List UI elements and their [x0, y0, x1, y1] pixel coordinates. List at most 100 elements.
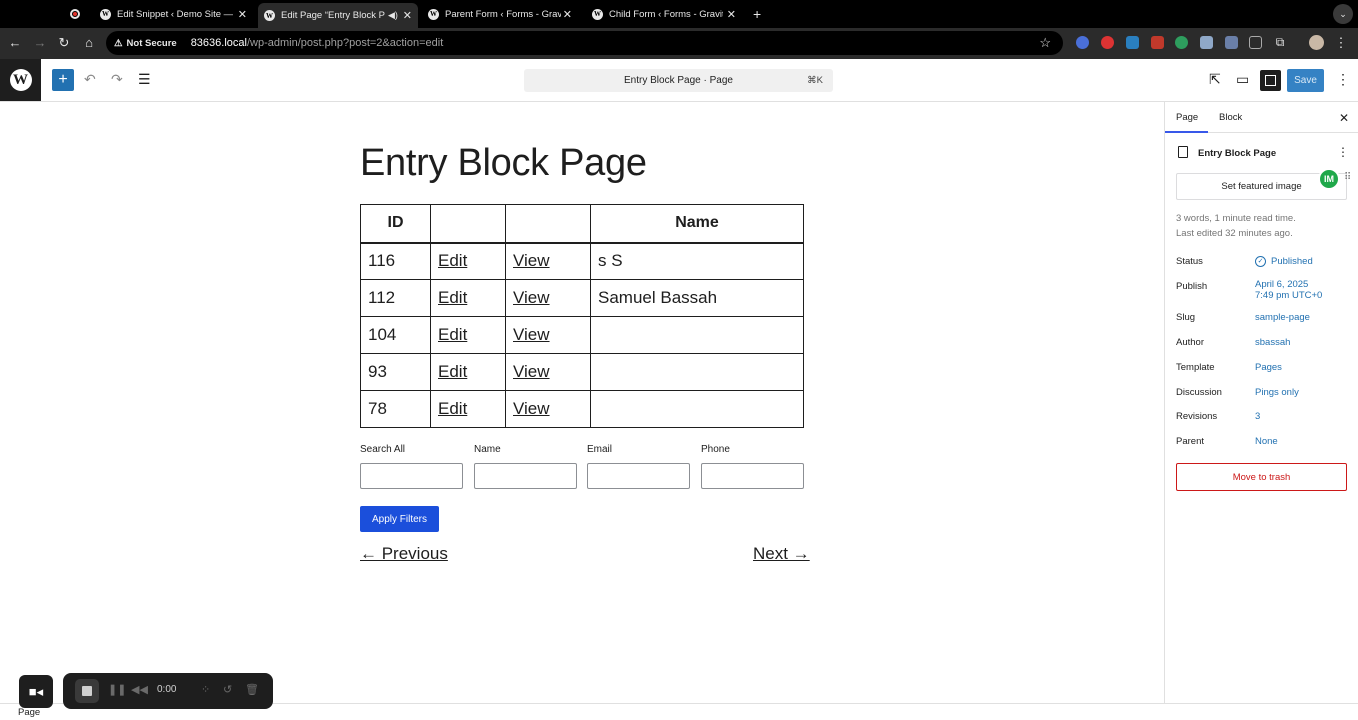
table-row: 116 Edit View s S [360, 242, 804, 280]
back-icon[interactable]: ← [7, 35, 23, 50]
command-palette-bar[interactable]: Entry Block Page · Page ⌘K [524, 69, 833, 92]
cell-name [590, 316, 804, 354]
tab-block[interactable]: Block [1219, 112, 1242, 123]
wordpress-logo-button[interactable]: W [0, 59, 41, 101]
page-document-icon [1178, 146, 1188, 158]
breadcrumb[interactable]: Page [18, 707, 40, 718]
extension-icon[interactable] [1101, 36, 1114, 49]
extension-icon[interactable] [1175, 36, 1188, 49]
author-button[interactable]: sbassah [1255, 337, 1290, 348]
tab-page[interactable]: Page [1176, 112, 1198, 123]
redo-icon[interactable]: ↷ [111, 71, 123, 88]
trash-icon[interactable]: 🗑 [245, 683, 259, 696]
publish-date-button[interactable]: April 6, 2025 7:49 pm UTC+0 [1255, 279, 1322, 301]
cell-id: 104 [360, 316, 431, 354]
close-icon[interactable]: ✕ [238, 8, 247, 21]
view-page-icon[interactable]: ⇱ [1209, 71, 1221, 88]
extension-icon[interactable] [1151, 36, 1164, 49]
home-icon[interactable]: ⌂ [81, 35, 97, 50]
name-filter-input[interactable] [474, 463, 577, 489]
parent-button[interactable]: None [1255, 436, 1278, 447]
extension-icon[interactable] [1225, 36, 1238, 49]
view-link[interactable]: View [513, 362, 550, 381]
save-button[interactable]: Save [1287, 69, 1324, 92]
template-label: Template [1176, 362, 1215, 373]
edit-link[interactable]: Edit [438, 399, 467, 418]
extensions-puzzle-icon[interactable]: ⧉ [1272, 35, 1288, 50]
forward-icon[interactable]: → [32, 35, 48, 50]
tab-search-button[interactable]: ⌄ [1333, 4, 1353, 24]
browser-tab-bar: W Edit Snippet ‹ Demo Site — W ✕ W Edit … [0, 0, 1358, 28]
column-header-view [505, 204, 591, 243]
add-block-button[interactable]: + [52, 69, 74, 91]
address-bar[interactable]: ⚠ Not Secure 83636.local/wp-admin/post.ph… [106, 31, 1063, 55]
security-indicator[interactable]: ⚠ Not Secure [114, 38, 177, 49]
profile-avatar[interactable] [1309, 35, 1324, 50]
reload-icon[interactable]: ↻ [56, 35, 72, 51]
tab-parent-form[interactable]: W Parent Form ‹ Forms - Gravity ✕ [428, 3, 578, 25]
preview-device-icon[interactable]: ▭ [1236, 71, 1249, 88]
new-tab-button[interactable]: + [753, 3, 761, 25]
discussion-button[interactable]: Pings only [1255, 387, 1299, 398]
page-title[interactable]: Entry Block Page [360, 142, 647, 185]
extension-badge-icon[interactable]: IM [1318, 168, 1340, 190]
author-label: Author [1176, 337, 1204, 348]
browser-menu-icon[interactable]: ⋮ [1333, 35, 1349, 51]
restart-icon[interactable]: ↺ [223, 683, 232, 696]
document-actions-icon[interactable]: ⋮ [1337, 145, 1349, 159]
close-icon[interactable]: ✕ [403, 9, 412, 22]
column-header-id: ID [360, 204, 431, 243]
extension-icon[interactable] [1126, 36, 1139, 49]
close-icon[interactable]: ✕ [563, 8, 572, 21]
tab-child-form[interactable]: W Child Form ‹ Forms - Gravity ✕ [592, 3, 742, 25]
recording-timer: 0:00 [157, 684, 177, 695]
extension-icon[interactable] [1249, 36, 1262, 49]
tab-recording[interactable] [70, 3, 84, 25]
search-all-input[interactable] [360, 463, 463, 489]
bookmark-star-icon[interactable]: ☆ [1039, 35, 1051, 51]
view-link[interactable]: View [513, 288, 550, 307]
view-link[interactable]: View [513, 325, 550, 344]
pause-icon[interactable]: ❚❚ [108, 683, 126, 696]
undo-icon[interactable]: ↶ [84, 71, 96, 88]
camera-button[interactable]: ■◂ [19, 675, 53, 708]
edit-link[interactable]: Edit [438, 288, 467, 307]
settings-sidebar: Page Block ✕ Entry Block Page ⋮ Set feat… [1164, 102, 1358, 703]
slug-button[interactable]: sample-page [1255, 312, 1310, 323]
status-button[interactable]: ✓ Published [1255, 256, 1313, 267]
document-overview-icon[interactable]: ☰ [138, 71, 151, 88]
table-row: 93 Edit View [360, 353, 804, 391]
revisions-button[interactable]: 3 [1255, 411, 1260, 422]
stop-recording-button[interactable] [75, 679, 99, 703]
close-icon[interactable]: ✕ [727, 8, 736, 21]
edit-link[interactable]: Edit [438, 251, 467, 270]
previous-link[interactable]: ← Previous [360, 544, 448, 564]
view-link[interactable]: View [513, 251, 550, 270]
tab-edit-snippet[interactable]: W Edit Snippet ‹ Demo Site — W ✕ [100, 3, 253, 25]
column-header-name: Name [590, 204, 804, 243]
extension-icon[interactable] [1200, 36, 1213, 49]
phone-filter-input[interactable] [701, 463, 804, 489]
email-filter-input[interactable] [587, 463, 690, 489]
close-icon[interactable]: ✕ [1339, 111, 1349, 125]
warning-icon: ⚠ [114, 37, 123, 49]
edit-link[interactable]: Edit [438, 325, 467, 344]
rewind-icon[interactable]: ◀◀ [131, 683, 148, 696]
apply-filters-button[interactable]: Apply Filters [360, 506, 439, 532]
blur-icon[interactable]: ⁘ [201, 683, 210, 696]
drag-handle-icon[interactable]: ⠿ [1344, 172, 1351, 183]
tab-edit-page[interactable]: W Edit Page “Entry Block Pa ◀) ✕ [258, 3, 418, 28]
settings-sidebar-toggle[interactable] [1260, 70, 1281, 91]
extension-icon[interactable] [1076, 36, 1089, 49]
view-link[interactable]: View [513, 399, 550, 418]
move-to-trash-button[interactable]: Move to trash [1176, 463, 1347, 491]
next-link[interactable]: Next → [753, 544, 810, 564]
column-header-edit [430, 204, 506, 243]
speaker-icon[interactable]: ◀) [388, 10, 398, 21]
template-button[interactable]: Pages [1255, 362, 1282, 373]
search-all-label: Search All [360, 444, 406, 455]
table-row: 104 Edit View [360, 316, 804, 354]
options-menu-icon[interactable]: ⋮ [1336, 71, 1350, 88]
stop-icon [82, 686, 92, 696]
edit-link[interactable]: Edit [438, 362, 467, 381]
